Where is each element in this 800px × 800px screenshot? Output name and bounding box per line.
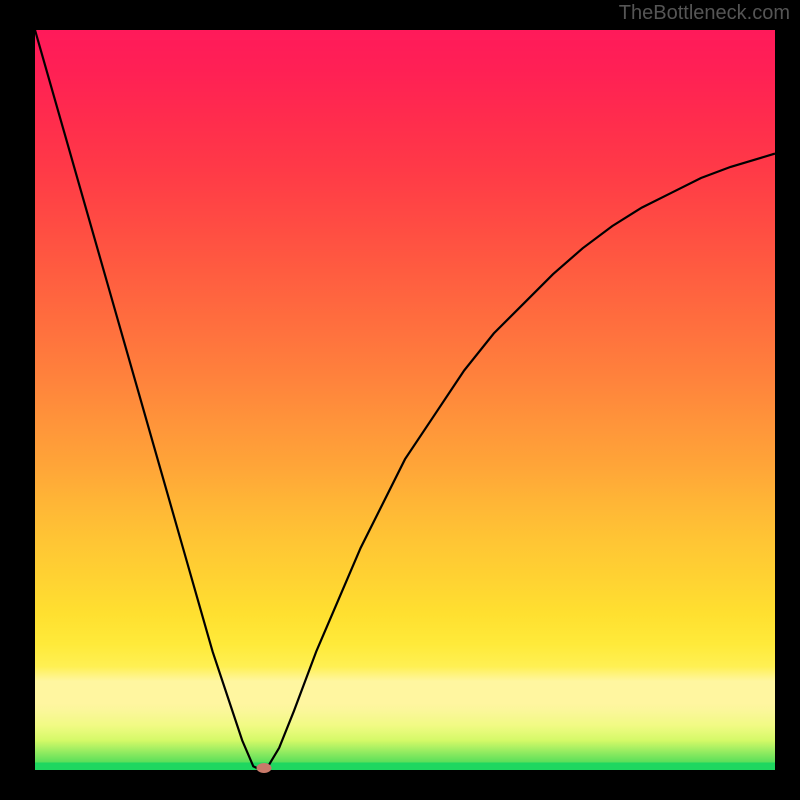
chart-plot-area [35, 30, 775, 770]
bottleneck-curve [35, 30, 775, 770]
attribution-text: TheBottleneck.com [619, 2, 790, 25]
optimum-marker [257, 763, 272, 773]
